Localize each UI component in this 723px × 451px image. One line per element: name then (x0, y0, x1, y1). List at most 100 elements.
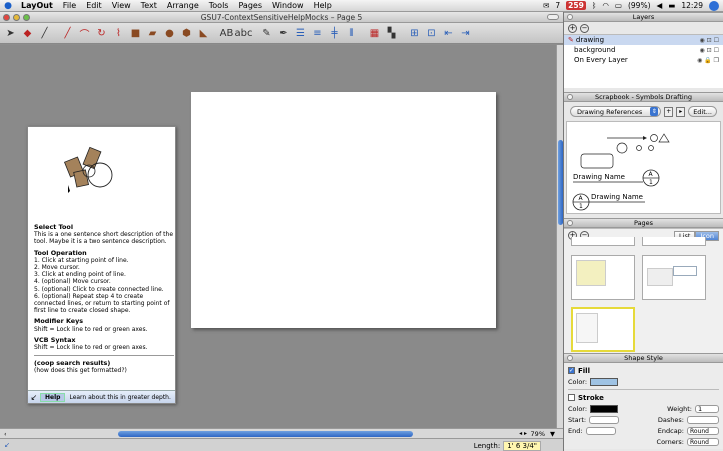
learn-more-link[interactable]: Learn about this in greater depth. (69, 394, 170, 401)
drawing-canvas[interactable]: Select Tool This is a one sentence short… (0, 45, 556, 444)
end-arrow-select[interactable] (585, 426, 616, 435)
pages-title: Pages (633, 219, 654, 227)
help-button[interactable]: Help (40, 392, 66, 402)
select-tool-icon[interactable]: ➤ (2, 25, 19, 42)
horizontal-scroll-thumb[interactable] (118, 431, 413, 437)
pages-panel-header[interactable]: Pages (564, 218, 723, 228)
add-layer-icon[interactable]: + (568, 23, 577, 33)
zoom-dropdown-icon[interactable]: ▼ (550, 430, 555, 438)
distribute-icon[interactable]: ⦀ (343, 25, 360, 42)
corners-select[interactable]: Round (687, 437, 719, 446)
arc-tool-icon[interactable]: ⌒ (76, 25, 93, 42)
page-thumbnail[interactable] (642, 237, 706, 246)
layer-row-background[interactable]: background ◉ ⊡ ☐ (564, 45, 723, 55)
rectangle-tool-icon[interactable]: ■ (127, 25, 144, 42)
duplicate-page-icon[interactable]: ⊡ (423, 25, 440, 42)
horizontal-scrollbar[interactable]: ‹ ◂ ▸ 79% ▼ (0, 428, 563, 438)
mail-count-b[interactable]: 259 (566, 1, 586, 10)
scroll-arrows-icon[interactable]: ◂ ▸ (519, 430, 527, 437)
style-tool-icon[interactable]: ✒ (275, 25, 292, 42)
collapse-icon[interactable] (567, 14, 573, 20)
arrange-icon[interactable]: ▚ (383, 25, 400, 42)
clock[interactable]: 12:29 (681, 1, 703, 10)
stroke-color-swatch[interactable] (590, 404, 619, 413)
eraser-tool-icon[interactable]: ◆ (19, 25, 36, 42)
menu-tools[interactable]: Tools (204, 1, 234, 10)
page-thumbnail[interactable] (642, 255, 706, 300)
scroll-left-icon[interactable]: ‹ (0, 430, 7, 438)
menu-help[interactable]: Help (309, 1, 337, 10)
freehand-tool-icon[interactable]: ⌇ (110, 25, 127, 42)
page-thumbnail-current[interactable] (571, 307, 635, 352)
polygon-tool-icon[interactable]: ⬢ (178, 25, 195, 42)
spotlight-icon[interactable] (709, 0, 719, 11)
weight-input[interactable]: 1 (695, 404, 719, 413)
display-icon[interactable]: ▬ (668, 1, 675, 10)
text-tool-icon[interactable]: AB (218, 25, 235, 42)
stroke-checkbox[interactable] (568, 394, 575, 401)
collapse-icon[interactable] (567, 220, 573, 226)
align-center-icon[interactable]: ≡ (309, 25, 326, 42)
help-description: This is a one sentence short description… (34, 231, 174, 246)
toolbar-toggle-button[interactable] (547, 14, 559, 20)
resize-arrow-icon[interactable]: ↙ (0, 441, 14, 449)
collapse-icon[interactable] (567, 355, 573, 361)
edit-scrapbook-button[interactable]: Edit... (688, 106, 717, 117)
bluetooth-icon[interactable]: ᛒ (592, 1, 597, 10)
fill-color-swatch[interactable] (590, 377, 619, 386)
scrapbook-select[interactable]: Drawing References ⇕ (570, 106, 662, 117)
layer-visibility-icon[interactable]: ◉ ⊡ ☐ (700, 47, 719, 54)
add-page-icon[interactable]: ⊞ (406, 25, 423, 42)
pie-tool-icon[interactable]: ◣ (195, 25, 212, 42)
layer-visibility-icon[interactable]: ◉ ⊡ ☐ (700, 37, 719, 44)
pen-tool-icon[interactable]: ✎ (258, 25, 275, 42)
layer-row-every-layer[interactable]: On Every Layer ◉ 🔒 ❐ (564, 55, 723, 65)
rounded-rect-tool-icon[interactable]: ▰ (144, 25, 161, 42)
wifi-icon[interactable]: ◠ (602, 1, 609, 10)
menu-file[interactable]: File (58, 1, 81, 10)
layer-lock-icon[interactable]: ◉ 🔒 ❐ (697, 57, 719, 64)
line-tool-icon[interactable]: ╱ (59, 25, 76, 42)
scrapbook-content[interactable]: Drawing Name Drawing Name A 1 A 1 (566, 121, 721, 214)
fill-checkbox[interactable]: ✓ (568, 367, 575, 374)
menu-pages[interactable]: Pages (233, 1, 267, 10)
menu-arrange[interactable]: Arrange (162, 1, 204, 10)
menu-edit[interactable]: Edit (81, 1, 107, 10)
page-thumbnail[interactable] (571, 237, 635, 246)
align-vertical-icon[interactable]: ╪ (326, 25, 343, 42)
remove-layer-icon[interactable]: − (580, 23, 589, 33)
shape-style-panel-header[interactable]: Shape Style (564, 353, 723, 363)
circle-tool-icon[interactable]: ● (161, 25, 178, 42)
menu-text[interactable]: Text (136, 1, 162, 10)
label-tool-icon[interactable]: abc (235, 25, 253, 42)
apple-menu-icon[interactable]: ● (0, 1, 16, 11)
battery-icon[interactable]: ▭ (615, 1, 622, 10)
menu-window[interactable]: Window (267, 1, 309, 10)
align-left-icon[interactable]: ☰ (292, 25, 309, 42)
vertical-scrollbar[interactable] (556, 45, 563, 428)
document-page[interactable] (191, 92, 496, 328)
endcap-select[interactable]: Round (687, 426, 719, 435)
layers-panel-header[interactable]: Layers (564, 12, 723, 22)
start-arrow-select[interactable] (589, 415, 620, 424)
spiral-tool-icon[interactable]: ↻ (93, 25, 110, 42)
eyedropper-tool-icon[interactable]: ╱ (36, 25, 53, 42)
menu-app[interactable]: LayOut (16, 1, 58, 10)
dashes-select[interactable] (687, 415, 719, 424)
layer-row-drawing[interactable]: ✎ drawing ◉ ⊡ ☐ (564, 35, 723, 45)
next-scrapbook-icon[interactable]: ▸ (676, 106, 686, 117)
previous-page-icon[interactable]: ⇤ (440, 25, 457, 42)
unfloat-arrow-icon[interactable]: ↙ (28, 393, 40, 402)
menu-view[interactable]: View (107, 1, 136, 10)
page-thumbnail[interactable] (571, 255, 635, 300)
add-scrapbook-icon[interactable]: + (664, 106, 674, 117)
drawing-references-symbols[interactable]: Drawing Name Drawing Name A 1 A 1 (567, 122, 721, 214)
zoom-level[interactable]: 79% (531, 430, 545, 438)
scrapbook-panel-header[interactable]: Scrapbook - Symbols Drafting (564, 92, 723, 102)
next-page-icon[interactable]: ⇥ (457, 25, 474, 42)
volume-icon[interactable]: ◀ (657, 1, 663, 10)
grid-icon[interactable]: ▦ (366, 25, 383, 42)
ichat-icon[interactable]: ✉ (543, 1, 549, 10)
length-input[interactable]: 1' 6 3/4" (503, 441, 541, 451)
collapse-icon[interactable] (567, 94, 573, 100)
